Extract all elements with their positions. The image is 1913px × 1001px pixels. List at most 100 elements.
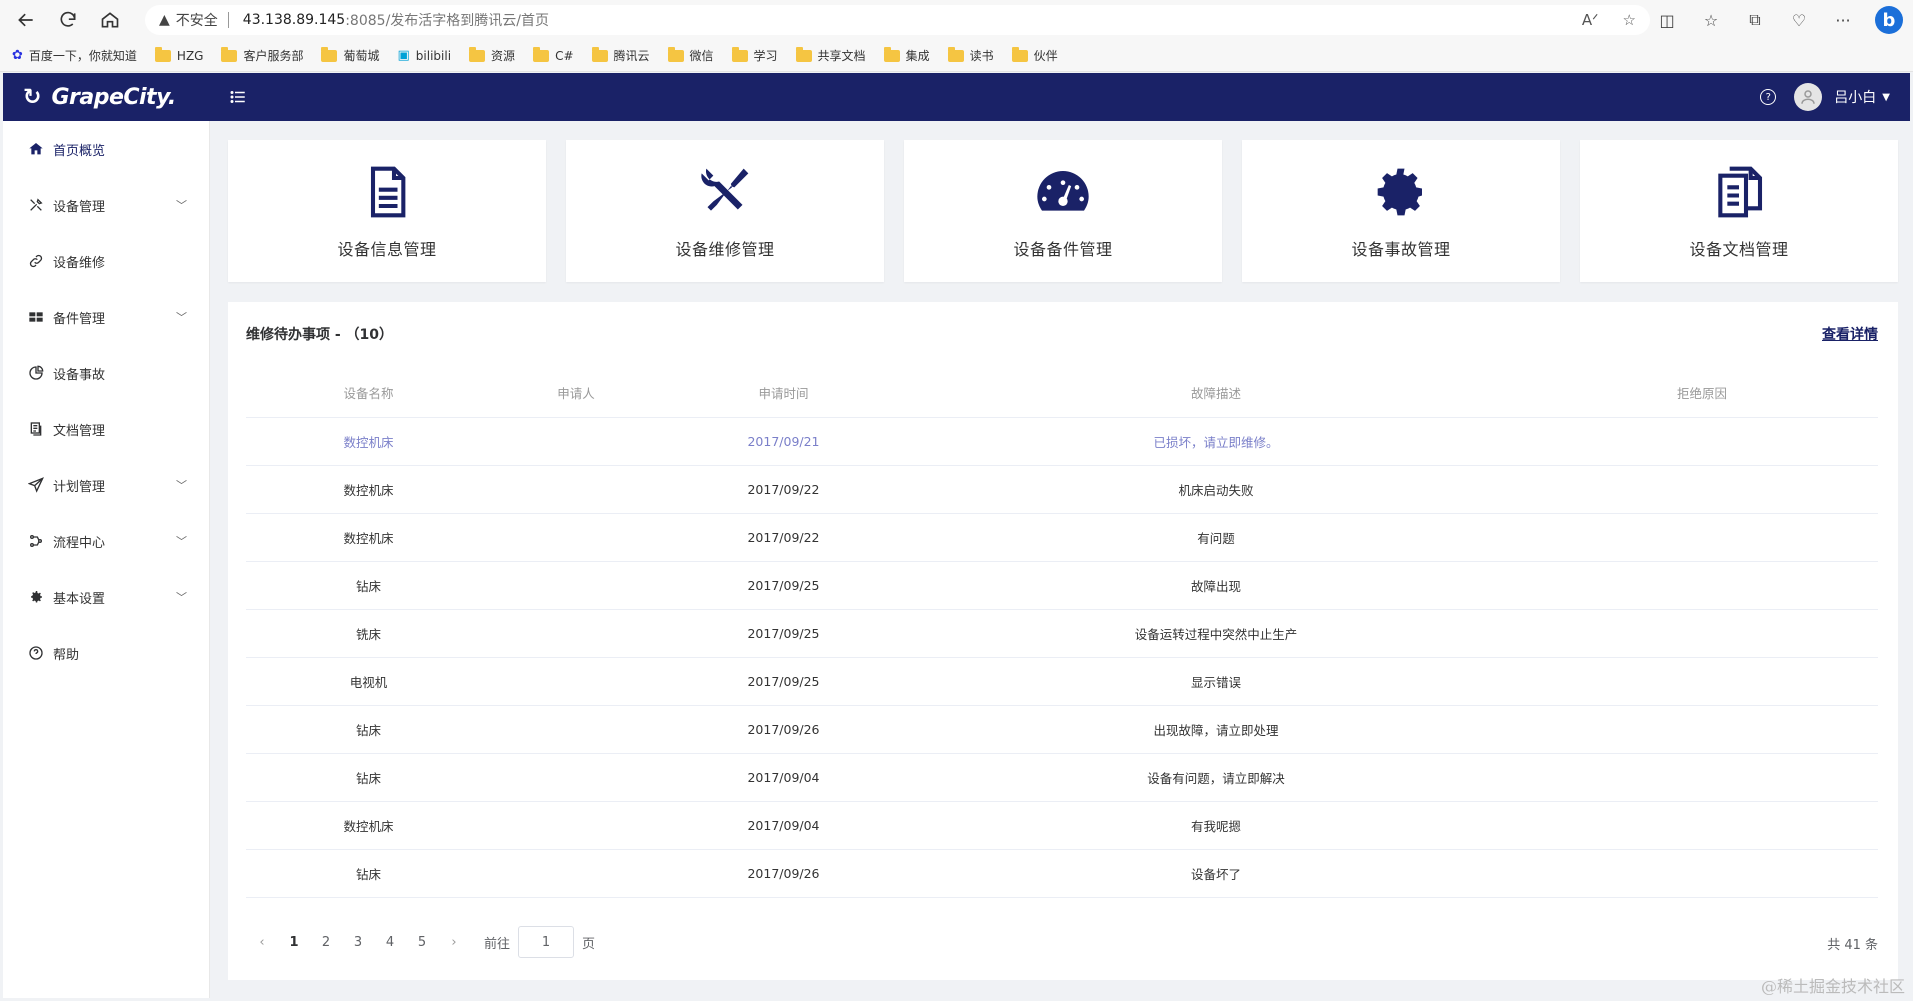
column-header[interactable]: 拒绝原因 [1526, 383, 1878, 402]
table-cell: 铣床 [355, 627, 381, 642]
bookmark-label: 资源 [491, 49, 516, 63]
table-cell: 已损坏，请立即维修。 [1153, 435, 1279, 450]
sidebar-item[interactable]: 首页概览 [3, 121, 209, 177]
favorites-icon[interactable]: ☆ [1699, 8, 1723, 32]
bookmark-label: 百度一下，你就知道 [28, 49, 137, 63]
table-row[interactable]: 钻床 2017/09/25 故障出现 [246, 562, 1878, 610]
sidebar-item[interactable]: 文档管理 [3, 401, 209, 457]
table-row[interactable]: 数控机床 2017/09/22 有问题 [246, 514, 1878, 562]
quick-card[interactable]: 设备信息管理 [228, 140, 546, 282]
quick-card[interactable]: 设备维修管理 [566, 140, 884, 282]
list-icon [230, 91, 245, 103]
bookmark-item[interactable]: 集成 [883, 46, 930, 64]
card-label: 设备事故管理 [1351, 240, 1451, 259]
chevron-down-icon: ﹀ [176, 199, 187, 212]
folder-icon [731, 46, 748, 62]
bookmark-item[interactable]: 资源 [469, 46, 516, 64]
column-header[interactable]: 故障描述 [906, 383, 1526, 402]
table-row[interactable]: 数控机床 2017/09/21 已损坏，请立即维修。 [246, 418, 1878, 466]
folder-icon [795, 46, 812, 62]
browser-toolbar: ▲ 不安全 43.138.89.145 :8085/发布活字格到腾讯云/首页 A… [0, 0, 1913, 40]
page-number[interactable]: 4 [374, 935, 406, 950]
view-details-link[interactable]: 查看详情 [1822, 324, 1878, 344]
sidebar-item-label: 首页概览 [53, 143, 106, 159]
reload-button[interactable] [52, 4, 84, 36]
folder-icon [469, 46, 486, 62]
column-header[interactable]: 申请人 [491, 383, 661, 402]
column-header[interactable]: 设备名称 [246, 383, 491, 402]
sidebar-item[interactable]: 帮助 [3, 625, 209, 681]
home-button[interactable] [94, 4, 126, 36]
url-host: 43.138.89.145 [242, 12, 346, 28]
bookmark-item[interactable]: 伙伴 [1011, 46, 1058, 64]
sidebar-item-label: 帮助 [53, 647, 80, 663]
logo-mark-icon: ↻ [23, 84, 42, 110]
security-label: 不安全 [175, 13, 218, 29]
more-icon[interactable]: ··· [1831, 8, 1855, 32]
table-row[interactable]: 数控机床 2017/09/04 有我呢摁 [246, 802, 1878, 850]
bookmark-item[interactable]: 腾讯云 [591, 46, 650, 64]
split-screen-icon[interactable]: ◫ [1655, 8, 1679, 32]
bookmark-item[interactable]: 学习 [731, 46, 778, 64]
bookmark-item[interactable]: ✿ 百度一下，你就知道 [12, 47, 137, 64]
table-row[interactable]: 钻床 2017/09/04 设备有问题，请立即解决 [246, 754, 1878, 802]
table-row[interactable]: 电视机 2017/09/25 显示错误 [246, 658, 1878, 706]
bookmark-item[interactable]: 读书 [947, 46, 994, 64]
back-button[interactable] [10, 4, 42, 36]
performance-icon[interactable]: ♡ [1787, 8, 1811, 32]
quick-card[interactable]: 设备事故管理 [1242, 140, 1560, 282]
browser-actions: ◫ ☆ ⧉ ♡ ··· b [1655, 4, 1903, 36]
quick-card[interactable]: 设备文档管理 [1580, 140, 1898, 282]
quick-card[interactable]: 设备备件管理 [904, 140, 1222, 282]
sidebar-item[interactable]: 计划管理 ﹀ [3, 457, 209, 513]
page-number[interactable]: 1 [278, 935, 310, 950]
bookmark-label: 腾讯云 [613, 49, 650, 63]
sidebar-item[interactable]: 备件管理 ﹀ [3, 289, 209, 345]
question-icon[interactable]: ? [1760, 89, 1777, 105]
table-cell: 数控机床 [343, 483, 394, 498]
address-bar[interactable]: ▲ 不安全 43.138.89.145 :8085/发布活字格到腾讯云/首页 A… [145, 5, 1650, 35]
avatar[interactable] [1794, 83, 1823, 111]
table-cell: 故障出现 [1190, 579, 1241, 594]
sidebar-item[interactable]: 设备事故 [3, 345, 209, 401]
prev-page-icon[interactable]: ‹ [246, 935, 278, 950]
table-cell: 显示错误 [1190, 675, 1241, 690]
sidebar-item[interactable]: 设备管理 ﹀ [3, 177, 209, 233]
bookmark-item[interactable]: ▣ bilibili [398, 48, 452, 63]
caret-down-icon[interactable]: ▼ [1882, 92, 1890, 103]
page-number[interactable]: 5 [406, 935, 438, 950]
user-name[interactable]: 吕小白 [1834, 87, 1876, 107]
bookmark-item[interactable]: 共享文档 [795, 46, 866, 64]
table-row[interactable]: 数控机床 2017/09/22 机床启动失败 [246, 466, 1878, 514]
bookmark-item[interactable]: 葡萄城 [321, 46, 380, 64]
collections-icon[interactable]: ⧉ [1743, 8, 1767, 32]
table-cell: 有问题 [1197, 531, 1235, 546]
bookmark-item[interactable]: C# [533, 46, 574, 63]
sidebar-item[interactable]: 设备维修 [3, 233, 209, 289]
bookmark-item[interactable]: 客户服务部 [221, 46, 304, 64]
bookmarks-bar: ✿ 百度一下，你就知道 HZG 客户服务部 葡萄城 ▣ bilibili 资源 C# 腾讯云 微信 学… [0, 40, 1913, 72]
page-number[interactable]: 3 [342, 935, 374, 950]
chevron-down-icon: ﹀ [176, 311, 187, 324]
bookmark-item[interactable]: 微信 [667, 46, 714, 64]
sidebar-item[interactable]: 流程中心 ﹀ [3, 513, 209, 569]
column-header[interactable]: 申请时间 [661, 383, 906, 402]
folder-icon [1011, 46, 1028, 62]
bookmark-label: 共享文档 [817, 49, 866, 63]
read-aloud-icon[interactable]: Aᐟ [1582, 11, 1599, 29]
table-row[interactable]: 钻床 2017/09/26 出现故障，请立即处理 [246, 706, 1878, 754]
menu-toggle-button[interactable] [226, 85, 250, 109]
sidebar-item[interactable]: 基本设置 ﹀ [3, 569, 209, 625]
table-cell: 2017/09/25 [747, 674, 820, 689]
table-row[interactable]: 钻床 2017/09/26 设备坏了 [246, 850, 1878, 898]
app-header: ↻ GrapeCity. ? 吕小白 ▼ [3, 73, 1910, 121]
page-number[interactable]: 2 [310, 935, 342, 950]
table-cell: 出现故障，请立即处理 [1153, 723, 1279, 738]
bing-icon[interactable]: b [1875, 6, 1903, 34]
next-page-icon[interactable]: › [438, 935, 470, 950]
bookmark-label: 客户服务部 [243, 49, 304, 63]
bookmark-item[interactable]: HZG [154, 46, 203, 63]
favorite-star-icon[interactable]: ☆ [1623, 11, 1636, 29]
table-row[interactable]: 铣床 2017/09/25 设备运转过程中突然中止生产 [246, 610, 1878, 658]
goto-page-input[interactable] [518, 926, 575, 958]
